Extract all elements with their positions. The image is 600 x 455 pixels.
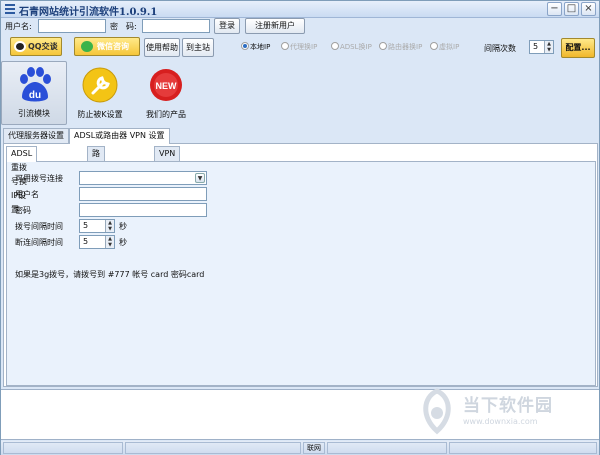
stepper-arrows-icon[interactable]: ▲ ▼ — [544, 41, 553, 53]
ip-mode-local[interactable]: 本地IP — [241, 42, 270, 52]
wechat-icon — [81, 41, 93, 52]
disconnect-interval-label: 断连间隔时间 — [15, 238, 63, 247]
outer-tabs: 代理服务器设置 ADSL或路由器 VPN 设置 — [3, 128, 599, 144]
module-anti-ban[interactable]: 防止被K设置 — [67, 61, 133, 125]
watermark-title: 当下软件园 — [463, 396, 553, 416]
adsl-password-input[interactable] — [79, 203, 207, 217]
outer-tab-panel: ADSL重拨号换IP设置 路由器换IP设置 VPN换IP设置 可用拨号连接 ▼ … — [3, 143, 598, 387]
dial-interval-stepper[interactable]: 5 ▲ ▼ — [79, 219, 115, 233]
wechat-button[interactable]: 微信咨询 — [74, 37, 140, 56]
login-button[interactable]: 登录 — [214, 18, 240, 34]
ip-mode-group: 本地IP 代理换IP ADSL换IP 路由器换IP 虚拟IP — [236, 37, 478, 56]
dial-interval-unit: 秒 — [119, 222, 127, 231]
help-button[interactable]: 使用帮助 — [144, 38, 180, 57]
watermark: 当下软件园 www.downxia.com — [411, 385, 591, 439]
status-bar: 联网 — [1, 441, 599, 455]
chevron-down-icon[interactable]: ▼ — [195, 173, 205, 183]
stepper-arrows-icon[interactable]: ▲ ▼ — [105, 236, 114, 248]
3g-dial-note: 如果是3g拨号，请拨号到 #777 帐号 card 密码card — [15, 270, 205, 279]
username-input[interactable] — [38, 19, 106, 33]
toolbar-row: QQ交谈 微信咨询 使用帮助 到主站 本地IP 代理换IP ADSL换IP 路由… — [1, 35, 599, 60]
username-label: 用户名: — [5, 22, 32, 31]
module-traffic[interactable]: du 引流模块 — [1, 61, 67, 125]
module-bar: du 引流模块 防止被K设置 NEW 我们的产品 — [1, 61, 599, 127]
module-traffic-label: 引流模块 — [18, 109, 50, 118]
disconnect-interval-unit: 秒 — [119, 238, 127, 247]
tab-adsl-redial[interactable]: ADSL重拨号换IP设置 — [6, 146, 38, 214]
radio-dot-icon — [331, 42, 339, 50]
new-badge-icon: NEW — [150, 69, 182, 101]
tab-adsl-vpn[interactable]: ADSL或路由器 VPN 设置 — [69, 128, 170, 144]
wrench-icon — [82, 67, 118, 103]
config-button[interactable]: 配置... — [561, 38, 595, 58]
qq-icon — [14, 41, 26, 52]
module-anti-ban-label: 防止被K设置 — [77, 110, 123, 119]
radio-dot-icon — [241, 42, 249, 50]
ip-mode-proxy[interactable]: 代理换IP — [281, 42, 317, 52]
qq-chat-button[interactable]: QQ交谈 — [10, 37, 62, 56]
close-button[interactable]: × — [581, 2, 596, 16]
status-segment-2 — [125, 442, 301, 454]
status-segment-5 — [449, 442, 597, 454]
qq-chat-label: QQ交谈 — [28, 42, 58, 51]
svg-text:du: du — [29, 90, 41, 101]
radio-dot-icon — [430, 42, 438, 50]
adsl-username-input[interactable] — [79, 187, 207, 201]
ip-mode-virtual[interactable]: 虚拟IP — [430, 42, 459, 52]
tab-proxy-settings[interactable]: 代理服务器设置 — [3, 128, 69, 143]
status-segment-4 — [327, 442, 447, 454]
dial-interval-label: 拨号间隔时间 — [15, 222, 63, 231]
adsl-settings-panel: 可用拨号连接 ▼ 用户名 密码 拨号间隔时间 5 ▲ ▼ 秒 断连间隔时间 5 ▲… — [6, 161, 596, 386]
ip-mode-router[interactable]: 路由器换IP — [379, 42, 422, 52]
module-products[interactable]: NEW 我们的产品 — [133, 61, 199, 125]
stepper-arrows-icon[interactable]: ▲ ▼ — [105, 220, 114, 232]
password-label: 密 码: — [110, 22, 137, 31]
baidu-paw-icon: du — [20, 67, 51, 102]
status-segment-1 — [3, 442, 123, 454]
interval-label: 间隔次数 — [484, 44, 516, 53]
tab-router[interactable]: 路由器换IP设置 — [87, 146, 105, 242]
title-bar: 石青网站统计引流软件1.0.9.1 − □ × — [1, 1, 599, 18]
maximize-button[interactable]: □ — [564, 2, 579, 16]
password-input[interactable] — [142, 19, 210, 33]
downxia-logo-icon — [423, 388, 451, 435]
app-window: 石青网站统计引流软件1.0.9.1 − □ × 用户名: 密 码: 登录 注册新… — [0, 0, 600, 455]
go-site-button[interactable]: 到主站 — [182, 38, 214, 57]
svg-text:NEW: NEW — [156, 81, 178, 91]
minimize-button[interactable]: − — [547, 2, 562, 16]
register-button[interactable]: 注册新用户 — [245, 18, 305, 34]
disconnect-interval-stepper[interactable]: 5 ▲ ▼ — [79, 235, 115, 249]
module-products-label: 我们的产品 — [146, 110, 186, 119]
wechat-label: 微信咨询 — [97, 42, 129, 51]
window-title: 石青网站统计引流软件1.0.9.1 — [19, 7, 158, 18]
watermark-url: www.downxia.com — [463, 417, 538, 426]
radio-dot-icon — [281, 42, 289, 50]
login-row: 用户名: 密 码: 登录 注册新用户 — [1, 18, 599, 34]
tab-vpn[interactable]: VPN换IP设置 — [154, 146, 181, 186]
ip-mode-adsl[interactable]: ADSL换IP — [331, 42, 372, 52]
radio-dot-icon — [379, 42, 387, 50]
network-status: 联网 — [303, 442, 325, 454]
interval-stepper[interactable]: 5 ▲ ▼ — [529, 40, 554, 54]
app-menu-icon[interactable] — [5, 4, 15, 14]
connection-select[interactable]: ▼ — [79, 171, 207, 185]
